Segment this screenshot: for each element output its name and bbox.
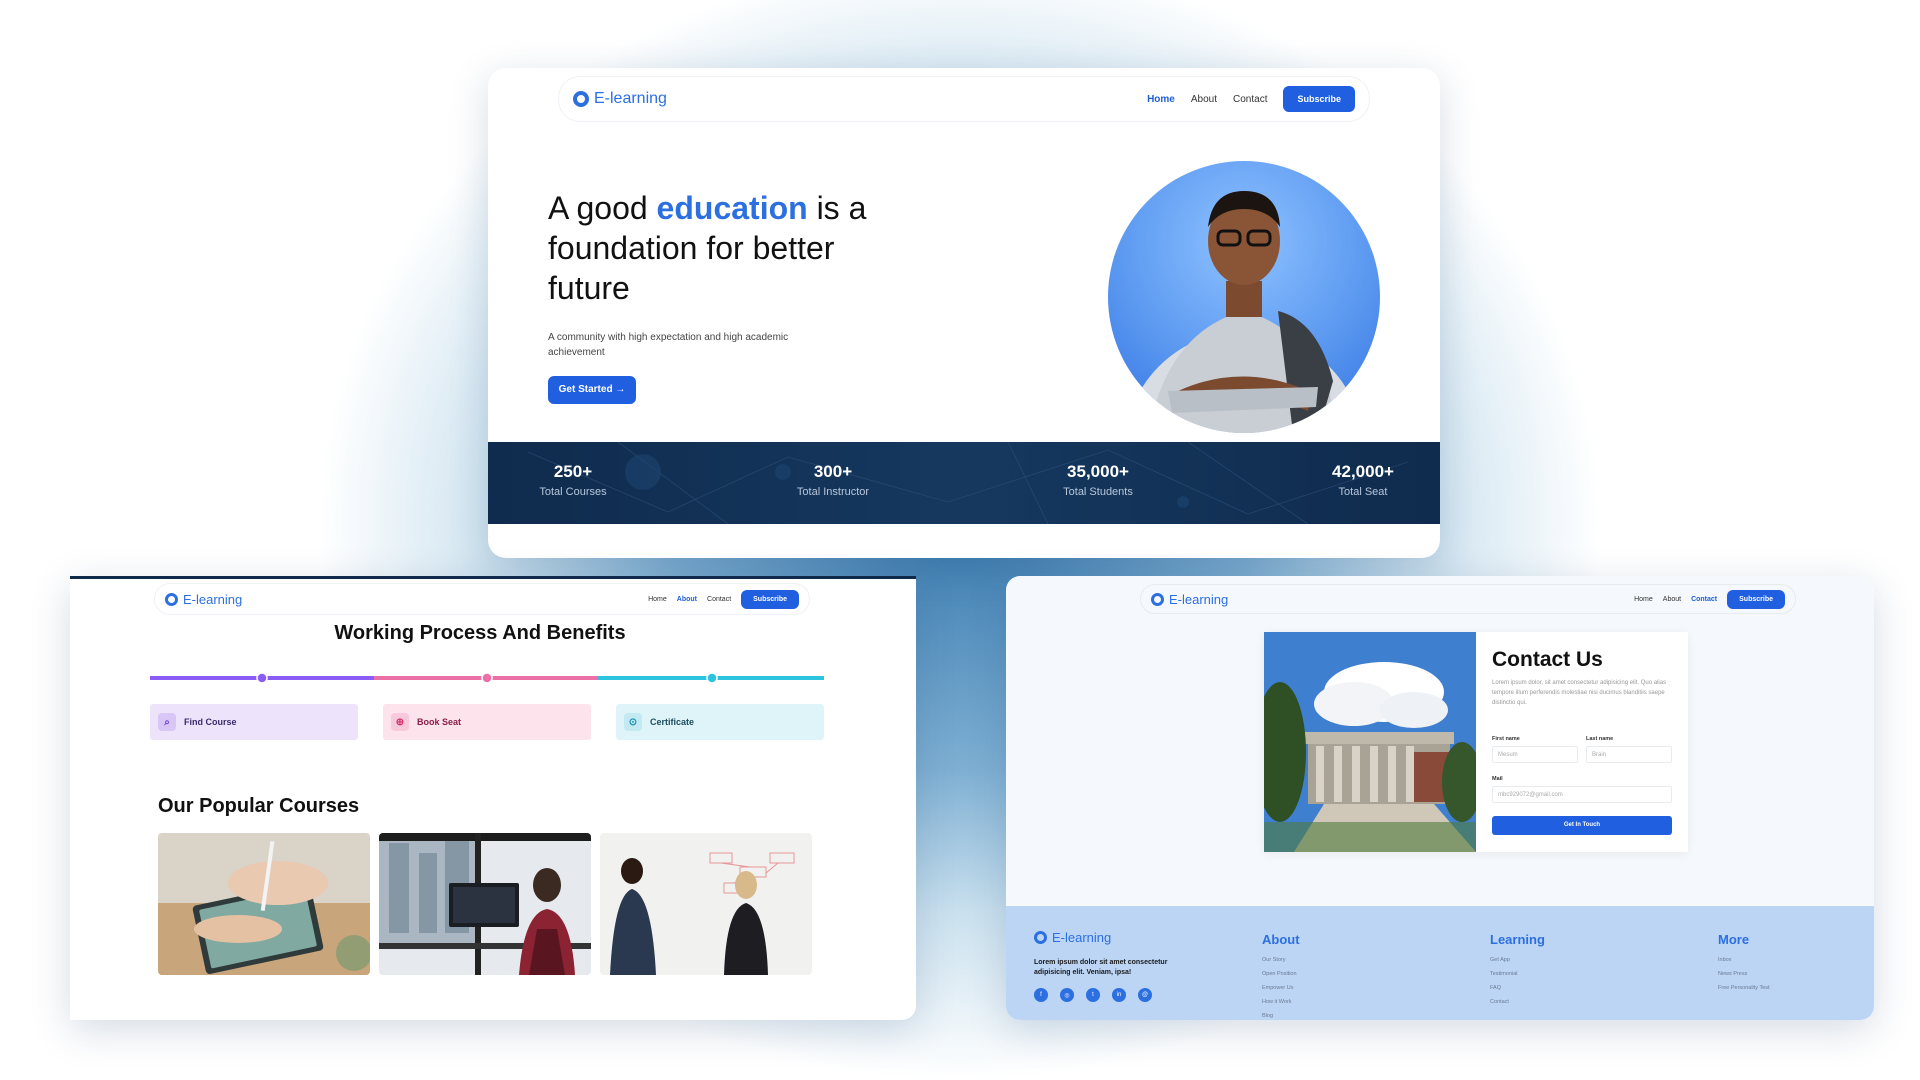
top-navbar: E-learning Home About Contact Subscribe: [154, 583, 810, 615]
student-illustration: [1125, 191, 1363, 433]
first-name-label: First name: [1492, 736, 1520, 742]
course-card-tablet-writing[interactable]: [158, 833, 370, 975]
subscribe-button[interactable]: Subscribe: [1727, 589, 1785, 609]
contact-page-preview: E-learning Home About Contact Subscribe: [1006, 576, 1874, 1020]
get-in-touch-button[interactable]: Get In Touch: [1492, 816, 1672, 835]
footer-link[interactable]: How it Work: [1262, 995, 1300, 1009]
logo-icon: [573, 91, 589, 107]
footer-link[interactable]: Testimonial: [1490, 967, 1545, 981]
nav-about[interactable]: About: [677, 596, 697, 603]
subscribe-button[interactable]: Subscribe: [1283, 86, 1355, 112]
last-name-field[interactable]: Brain: [1586, 746, 1672, 763]
email-icon[interactable]: @: [1138, 988, 1152, 1002]
nav-home[interactable]: Home: [648, 596, 667, 603]
brand-logo[interactable]: E-learning: [573, 90, 667, 108]
campus-building-illustration: [1264, 632, 1476, 852]
footer-logo[interactable]: E-learning: [1034, 930, 1111, 945]
nav-contact[interactable]: Contact: [1233, 94, 1267, 105]
nav-links: Home About Contact Subscribe: [648, 589, 799, 609]
linkedin-icon[interactable]: in: [1112, 988, 1126, 1002]
footer-text: Lorem ipsum dolor sit amet consectetur a…: [1034, 959, 1168, 976]
process-steps: ⌕ Find Course ⊕ Book Seat ⊙ Certificate: [150, 704, 824, 740]
footer-link[interactable]: Empower Us: [1262, 981, 1300, 995]
email-field[interactable]: mbc929072@gmail.com: [1492, 786, 1672, 803]
footer-link[interactable]: FAQ: [1490, 981, 1545, 995]
twitter-icon[interactable]: t: [1086, 988, 1100, 1002]
top-navbar: E-learning Home About Contact Subscribe: [1140, 584, 1796, 614]
footer-link[interactable]: Our Story: [1262, 953, 1300, 967]
site-footer: E-learning Lorem ipsum dolor sit amet co…: [1006, 906, 1874, 1020]
footer-link[interactable]: News Press: [1718, 967, 1770, 981]
stat-seats: 42,000+ Total Seat: [1332, 462, 1394, 498]
logo-icon: [1151, 592, 1164, 606]
network-pattern: [527, 442, 1409, 524]
step-book-seat[interactable]: ⊕ Book Seat: [383, 704, 591, 740]
hero-heading: A good education is a foundation for bet…: [548, 190, 867, 306]
stats-bar: 250+ Total Courses 300+ Total Instructor…: [488, 442, 1440, 524]
nav-links: Home About Contact Subscribe: [1634, 589, 1785, 609]
logo-icon: [165, 592, 178, 606]
last-name-label: Last name: [1586, 736, 1614, 742]
footer-link[interactable]: Inbox: [1718, 953, 1770, 967]
process-timeline: [150, 672, 824, 684]
nav-home[interactable]: Home: [1634, 596, 1653, 603]
get-started-button[interactable]: Get Started →: [548, 376, 636, 404]
contact-form-card: Contact Us Lorem ipsum dolor, sit amet c…: [1264, 632, 1688, 852]
nav-contact[interactable]: Contact: [707, 596, 731, 603]
nav-about[interactable]: About: [1191, 94, 1217, 105]
hero-subtitle: A community with high expectation and hi…: [548, 332, 789, 358]
mail-label: Mail: [1492, 776, 1503, 782]
subscribe-button[interactable]: Subscribe: [741, 589, 799, 609]
contact-title: Contact Us: [1492, 648, 1603, 671]
logo-icon: [1034, 931, 1047, 944]
footer-link[interactable]: Get App: [1490, 953, 1545, 967]
stat-instructors: 300+ Total Instructor: [796, 462, 870, 498]
course-image: [600, 833, 812, 975]
plus-circle-icon: ⊕: [391, 713, 409, 731]
course-card-whiteboard[interactable]: [600, 833, 812, 975]
contact-description: Lorem ipsum dolor, sit amet consectetur …: [1492, 680, 1667, 706]
top-navbar: E-learning Home About Contact Subscribe: [558, 76, 1370, 122]
home-page-preview: E-learning Home About Contact Subscribe …: [488, 68, 1440, 558]
step-certificate[interactable]: ⊙ Certificate: [616, 704, 824, 740]
footer-link[interactable]: Free Personality Test: [1718, 981, 1770, 995]
brand-logo[interactable]: E-learning: [1151, 592, 1228, 607]
campus-photo: [1264, 632, 1476, 852]
course-image: [379, 833, 591, 975]
step-find-course[interactable]: ⌕ Find Course: [150, 704, 358, 740]
student-portrait: [1108, 161, 1380, 433]
course-image: [158, 833, 370, 975]
stat-students: 35,000+ Total Students: [1063, 462, 1133, 498]
brand-logo[interactable]: E-learning: [165, 592, 242, 607]
footer-link[interactable]: Open Position: [1262, 967, 1300, 981]
facebook-icon[interactable]: f: [1034, 988, 1048, 1002]
nav-links: Home About Contact Subscribe: [1147, 86, 1355, 112]
stat-courses: 250+ Total Courses: [539, 462, 607, 498]
instagram-icon[interactable]: ◎: [1060, 988, 1074, 1002]
footer-column-learning: Learning Get App Testimonial FAQ Contact: [1490, 932, 1545, 1009]
social-links: f ◎ t in @: [1034, 988, 1152, 1002]
search-icon: ⌕: [158, 713, 176, 731]
nav-contact[interactable]: Contact: [1691, 596, 1717, 603]
nav-about[interactable]: About: [1663, 596, 1681, 603]
badge-icon: ⊙: [624, 713, 642, 731]
footer-column-more: More Inbox News Press Free Personality T…: [1718, 932, 1770, 995]
section-title: Working Process And Benefits: [334, 622, 626, 644]
nav-home[interactable]: Home: [1147, 94, 1175, 105]
footer-column-about: About Our Story Open Position Empower Us…: [1262, 932, 1300, 1020]
first-name-field[interactable]: Mesum: [1492, 746, 1578, 763]
footer-link[interactable]: Contact: [1490, 995, 1545, 1009]
popular-courses-title: Our Popular Courses: [158, 795, 360, 817]
course-card-computer-lab[interactable]: [379, 833, 591, 975]
about-page-preview: E-learning Home About Contact Subscribe …: [70, 576, 916, 1020]
footer-link[interactable]: Blog: [1262, 1009, 1300, 1020]
